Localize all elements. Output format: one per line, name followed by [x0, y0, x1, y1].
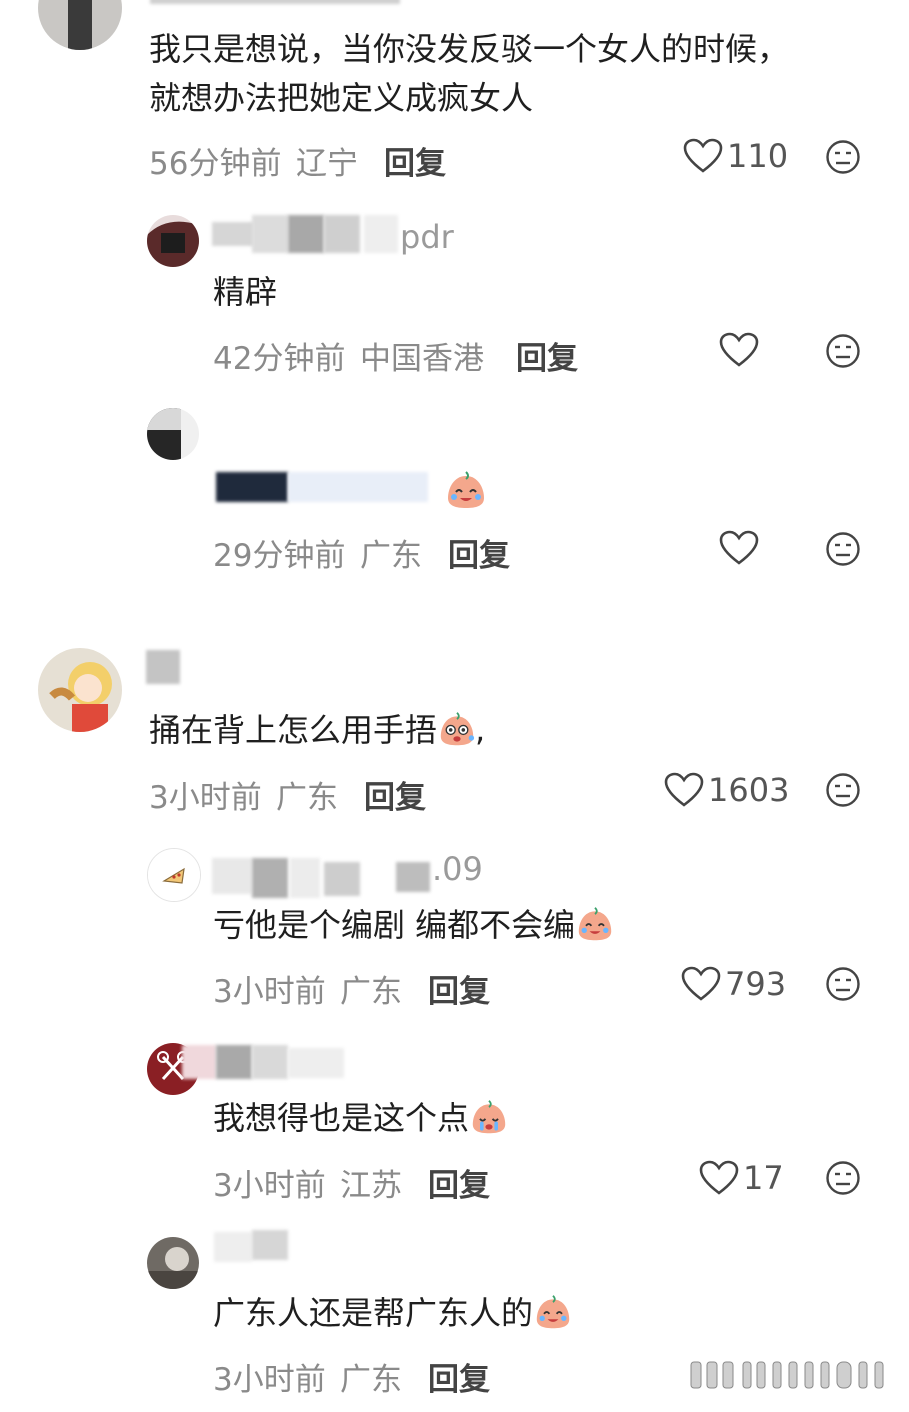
comment-text-value: 亏他是个编剧 编都不会编 [213, 906, 576, 944]
comment-location: 广东 [340, 974, 402, 1010]
username-blurred [212, 858, 252, 894]
like-button[interactable] [719, 332, 763, 368]
username-blurred [324, 862, 360, 896]
comment-text: 我只是想说，当你没发反驳一个女人的时候， [149, 30, 790, 68]
laughing-crying-emoji-icon [448, 471, 484, 508]
avatar[interactable] [147, 408, 199, 460]
like-button[interactable]: 1603 [664, 771, 789, 809]
like-count: 110 [727, 137, 789, 175]
crying-emoji-icon [578, 907, 612, 941]
comment-time: 56分钟前 [149, 146, 282, 182]
comment-location: 江苏 [340, 1168, 402, 1204]
username[interactable]: .09 [432, 850, 483, 888]
comment-text: 亏他是个编剧 编都不会编 [213, 900, 613, 950]
username[interactable]: pdr [400, 218, 454, 256]
like-count: 793 [725, 965, 787, 1003]
username-blurred [252, 215, 288, 253]
username-blurred [252, 858, 288, 898]
comment-location: 广东 [340, 1362, 402, 1398]
comment-text-suffix: , [475, 711, 486, 749]
dislike-icon[interactable] [825, 1160, 861, 1196]
dislike-icon[interactable] [825, 966, 861, 1002]
comment-text-blurred [288, 472, 428, 502]
username-blurred [216, 1045, 252, 1079]
dislike-icon[interactable] [825, 139, 861, 175]
heart-icon [664, 772, 704, 807]
username-blurred [288, 215, 324, 253]
comment-location: 中国香港 [360, 341, 484, 377]
reply-button[interactable]: 回复 [384, 138, 446, 183]
reply-button[interactable]: 回复 [364, 772, 426, 817]
avatar[interactable] [38, 0, 122, 50]
avatar[interactable] [38, 648, 122, 732]
username-blurred [252, 1230, 288, 1260]
comment-location: 广东 [276, 780, 338, 816]
username-blurred[interactable] [150, 0, 400, 4]
heart-icon [681, 966, 721, 1001]
comment-text-value: 捅在背上怎么用手捂 [149, 711, 438, 749]
username-blurred [212, 222, 254, 246]
avatar[interactable] [147, 848, 201, 902]
heart-icon [683, 138, 723, 173]
crying-emoji-icon [536, 1295, 570, 1329]
comment-location: 广东 [360, 538, 422, 574]
like-button[interactable]: 17 [699, 1159, 784, 1197]
heart-icon [719, 332, 759, 367]
like-button[interactable]: 793 [681, 965, 786, 1003]
comment-text: 精辟 [213, 273, 278, 311]
comment-time: 3小时前 [213, 1168, 326, 1204]
reply-button[interactable]: 回复 [516, 333, 578, 378]
comment-time: 3小时前 [213, 1362, 326, 1398]
dislike-icon[interactable] [825, 333, 861, 369]
reply-button[interactable]: 回复 [428, 966, 490, 1011]
like-button[interactable] [719, 530, 763, 566]
comment-text: 广东人还是帮广东人的 [213, 1288, 571, 1338]
username-blurred [252, 1045, 288, 1079]
comment-text-value: 我想得也是这个点 [213, 1099, 470, 1137]
comment-text: 就想办法把她定义成疯女人 [149, 79, 534, 117]
dislike-icon[interactable] [825, 772, 861, 808]
watermark-logo [690, 1361, 884, 1389]
username-blurred [396, 862, 430, 892]
username-blurred [324, 215, 360, 253]
comment-text-value: 广东人还是帮广东人的 [213, 1294, 534, 1332]
like-count: 1603 [708, 771, 790, 809]
crying-emoji-icon [472, 1100, 506, 1134]
comment-time: 42分钟前 [213, 341, 346, 377]
reply-button[interactable]: 回复 [428, 1160, 490, 1205]
comment-time: 3小时前 [213, 974, 326, 1010]
comment-text: 我想得也是这个点 [213, 1093, 507, 1143]
comment-text-blurred [216, 472, 288, 502]
comment-location: 辽宁 [296, 146, 358, 182]
reply-button[interactable]: 回复 [428, 1354, 490, 1399]
shocked-emoji-icon [440, 712, 475, 746]
dislike-icon[interactable] [825, 531, 861, 567]
reply-button[interactable]: 回复 [448, 530, 510, 575]
username-blurred [214, 1232, 252, 1262]
comment-time: 29分钟前 [213, 538, 346, 574]
heart-icon [699, 1160, 739, 1195]
like-count: 17 [743, 1159, 784, 1197]
username-blurred [290, 858, 320, 898]
username-blurred [288, 1048, 344, 1078]
comment-time: 3小时前 [149, 780, 262, 816]
username-blurred [182, 1045, 216, 1079]
username-blurred [364, 215, 398, 253]
like-button[interactable]: 110 [683, 137, 788, 175]
heart-icon [719, 530, 759, 565]
avatar[interactable] [147, 1237, 199, 1289]
avatar[interactable] [147, 215, 199, 267]
comment-text: 捅在背上怎么用手捂, [149, 705, 485, 755]
username-blurred[interactable] [146, 650, 180, 684]
